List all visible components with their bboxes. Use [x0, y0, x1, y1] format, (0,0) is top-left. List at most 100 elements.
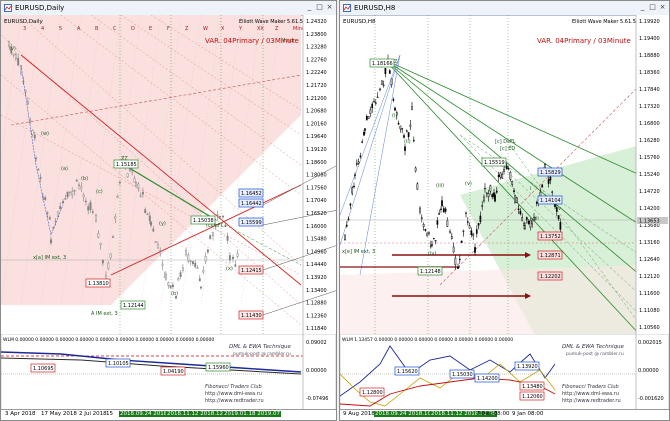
- price-box-red-label: 1.12415: [241, 268, 262, 274]
- candle-body: [457, 266, 459, 269]
- price-chart-left[interactable]: (v)(w)(a)(b)(c)(e)(y)(b)(c)(x)x[a] IM ex…: [1, 15, 336, 334]
- candle-body: [165, 274, 167, 280]
- price-box-green-label: 1.18166: [372, 61, 393, 67]
- price-tick: 1.12880: [306, 301, 327, 307]
- indicator-box-label: 1.12060: [522, 394, 543, 400]
- candle-body: [404, 146, 406, 151]
- indicator-panel-left-canvas[interactable]: WLM 0.00000 0.00000 0.00000 0.00000 0.00…: [1, 333, 336, 413]
- candle-body: [428, 232, 430, 234]
- candle-body: [37, 169, 40, 171]
- candle-body: [547, 179, 550, 184]
- window-title: EURUSD,H8: [354, 4, 396, 12]
- window-titlebar[interactable]: EURUSD,H8 _ □ ×: [340, 1, 669, 16]
- candle-body: [154, 241, 157, 244]
- price-box-green-label: 1.12148: [420, 269, 441, 275]
- window-titlebar[interactable]: EURUSD,Daily _ □ ×: [1, 1, 336, 16]
- candle-body: [474, 247, 476, 253]
- candle-body: [431, 243, 433, 247]
- indicator-title: WLM 1.13457 0.00000 0.00000 0.00000 0.00…: [342, 337, 513, 343]
- candle-body: [48, 217, 51, 220]
- candle-body: [200, 286, 202, 289]
- degree-letter: E: [149, 26, 152, 32]
- close-button[interactable]: ×: [325, 3, 334, 12]
- maximize-button[interactable]: □: [315, 3, 324, 12]
- minimize-button[interactable]: _: [305, 3, 314, 12]
- candle-body: [491, 194, 494, 198]
- chart-window-right[interactable]: EURUSD,H8 _ □ × [a] ZZ[c] DeFL[c] ED(i)(…: [339, 0, 670, 421]
- degree-letter: XX: [257, 26, 264, 32]
- indicator-panel-left[interactable]: WLM 0.00000 0.00000 0.00000 0.00000 0.00…: [1, 333, 336, 414]
- price-box-green-label: 1.15038: [193, 218, 214, 224]
- time-label: 2 Jul 2018: [79, 411, 107, 417]
- indicator-box-label: 1.15030: [452, 372, 473, 378]
- candle-body: [17, 57, 20, 66]
- watermark-text: Fibonacci Traders Club: [562, 384, 619, 390]
- indicator-panel-right[interactable]: WLM 1.13457 0.00000 0.00000 0.00000 0.00…: [340, 333, 669, 414]
- price-tick: 1.12120: [639, 274, 660, 280]
- candle-body: [222, 215, 224, 218]
- candle-body: [411, 106, 413, 110]
- candle-body: [388, 70, 391, 74]
- candle-body: [513, 190, 515, 193]
- price-chart-right-canvas[interactable]: [a] ZZ[c] DeFL[c] ED(i)(ii)(iii)(iv)(v)i…: [340, 15, 669, 334]
- price-tick: 1.10560: [639, 325, 660, 331]
- candle-body: [511, 181, 514, 185]
- candle-body: [118, 181, 121, 184]
- indicator-title: WLM 0.00000 0.00000 0.00000 0.00000 0.00…: [3, 337, 214, 343]
- candle-body: [503, 169, 505, 173]
- wave-label: x[e] IM ext, 3: [342, 249, 375, 255]
- candle-body: [405, 130, 408, 133]
- wave-label: i: [530, 186, 531, 192]
- price-tick: 1.14720: [639, 189, 660, 195]
- price-tick: 1.22240: [306, 70, 327, 76]
- candle-body: [194, 262, 197, 267]
- red-zone: [340, 265, 640, 334]
- time-label: 15: [106, 411, 113, 417]
- candle-body: [363, 131, 365, 136]
- close-button[interactable]: ×: [658, 3, 667, 12]
- candle-body: [479, 215, 482, 222]
- wave-label: (iii): [436, 183, 444, 189]
- chart-window-left[interactable]: EURUSD,Daily _ □ × (v)(w)(a)(b)(c)(e)(y)…: [0, 0, 337, 421]
- candle-body: [169, 285, 172, 288]
- candle-body: [226, 235, 229, 241]
- indicator-tick: 0.09002: [306, 340, 327, 346]
- candle-body: [91, 211, 94, 213]
- price-tick: 1.20160: [306, 121, 327, 127]
- price-chart-right[interactable]: [a] ZZ[c] DeFL[c] ED(i)(ii)(iii)(iv)(v)i…: [340, 15, 669, 334]
- candle-body: [477, 223, 480, 226]
- indicator-name: Elliott Wave Maker 5.61.5: [239, 19, 303, 25]
- price-box-red-label: 1.13810: [88, 281, 109, 287]
- wave-label: (y): [159, 221, 166, 227]
- wave-label: v: [558, 206, 561, 212]
- candle-body: [50, 239, 52, 244]
- candle-body: [216, 214, 219, 216]
- price-tick: 1.12360: [306, 313, 327, 319]
- price-tick: 1.19920: [639, 19, 660, 25]
- wave-label: (c): [96, 189, 103, 195]
- candle-body: [462, 230, 465, 233]
- maximize-button[interactable]: □: [648, 3, 657, 12]
- degree-letter: C: [113, 26, 117, 32]
- candle-body: [440, 208, 442, 210]
- candle-body: [89, 202, 92, 210]
- indicator-box-label: 1.15620: [397, 369, 418, 375]
- indicator-name: Elliott Wave Maker 5.61.5: [572, 19, 636, 25]
- candle-body: [146, 213, 149, 216]
- candle-body: [177, 278, 180, 281]
- price-tick: 1.18360: [639, 70, 660, 76]
- candle-body: [414, 167, 417, 172]
- wave-label: (x): [226, 266, 233, 272]
- candle-body: [557, 215, 560, 220]
- price-box-blue-label: 1.16442: [241, 201, 262, 207]
- candle-body: [422, 224, 425, 227]
- indicator-panel-right-canvas[interactable]: WLM 1.13457 0.00000 0.00000 0.00000 0.00…: [340, 333, 669, 413]
- candle-body: [349, 203, 352, 206]
- price-chart-left-canvas[interactable]: (v)(w)(a)(b)(c)(e)(y)(b)(c)(x)x[a] IM ex…: [1, 15, 336, 334]
- minimize-button[interactable]: _: [638, 3, 647, 12]
- candle-body: [420, 217, 423, 220]
- candle-body: [460, 240, 463, 243]
- candle-body: [224, 225, 227, 227]
- candle-body: [397, 122, 400, 125]
- candle-body: [373, 100, 375, 103]
